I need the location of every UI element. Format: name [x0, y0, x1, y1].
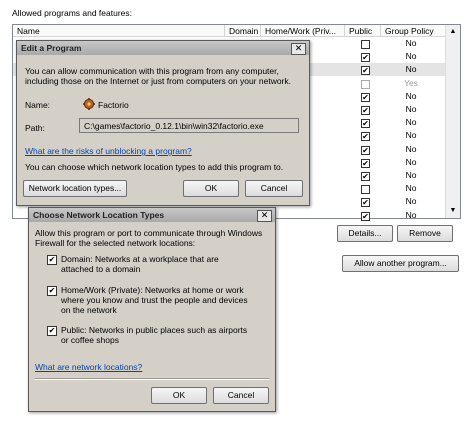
network-location-dialog: Choose Network Location Types ✕ Allow th… [28, 207, 276, 412]
scroll-up-icon[interactable]: ▲ [448, 27, 458, 37]
edit-dialog-description: You can allow communication with this pr… [25, 66, 291, 86]
group-policy-value: No [405, 156, 417, 167]
group-policy-value: No [405, 196, 417, 207]
group-policy-value: No [405, 51, 417, 62]
edit-dialog-title: Edit a Program [17, 41, 309, 55]
edit-program-dialog: Edit a Program ✕ You can allow communica… [16, 40, 310, 206]
location-ok-button[interactable]: OK [151, 387, 207, 404]
public-checkbox[interactable]: ✔ [361, 198, 370, 208]
name-label: Name: [25, 100, 51, 110]
network-locations-help-link[interactable]: What are network locations? [35, 362, 142, 372]
close-icon[interactable]: ✕ [257, 210, 272, 222]
group-policy-value: No [405, 209, 417, 220]
group-policy-value: No [405, 104, 417, 114]
public-checkbox[interactable]: ✔ [361, 145, 370, 155]
details-button[interactable]: Details... [337, 225, 393, 242]
public-checkbox[interactable] [361, 40, 370, 49]
public-checkbox[interactable]: ✔ [361, 66, 370, 76]
location-dialog-title: Choose Network Location Types [29, 208, 275, 222]
public-checkbox[interactable]: ✔ [47, 326, 57, 336]
public-checkbox[interactable]: ✔ [361, 211, 370, 221]
group-policy-value: No [405, 117, 417, 128]
group-policy-value: Yes [404, 77, 418, 88]
public-checkbox[interactable]: ✔ [361, 132, 370, 142]
home-work-option-label: Home/Work (Private): Networks at home or… [61, 285, 248, 315]
home-work-checkbox[interactable]: ✔ [47, 286, 57, 296]
scroll-down-icon[interactable]: ▼ [448, 206, 458, 216]
location-cancel-button[interactable]: Cancel [213, 387, 269, 404]
risks-help-link[interactable]: What are the risks of unblocking a progr… [25, 146, 192, 156]
close-icon[interactable]: ✕ [291, 43, 306, 55]
public-checkbox[interactable]: ✔ [361, 92, 370, 102]
domain-checkbox[interactable]: ✔ [47, 255, 57, 265]
column-header-domain[interactable]: Domain [225, 25, 261, 37]
group-policy-value: No [405, 64, 417, 75]
edit-ok-button[interactable]: OK [183, 180, 239, 197]
public-checkbox[interactable]: ✔ [361, 172, 370, 181]
column-header-name[interactable]: Name [13, 25, 225, 37]
domain-option-label: Domain: Networks at a workplace that are… [61, 254, 219, 274]
public-checkbox[interactable] [361, 185, 370, 195]
location-dialog-intro: Allow this program or port to communicat… [35, 228, 263, 248]
group-policy-value: No [405, 183, 417, 194]
public-checkbox[interactable]: ✔ [361, 53, 370, 63]
dialog-separator [35, 378, 269, 380]
choose-network-text: You can choose which network location ty… [25, 162, 284, 172]
edit-cancel-button[interactable]: Cancel [245, 180, 303, 197]
allow-another-program-button[interactable]: Allow another program... [342, 255, 459, 272]
remove-button[interactable]: Remove [397, 225, 453, 242]
group-policy-value: No [405, 90, 417, 101]
public-option-label: Public: Networks in public places such a… [61, 325, 248, 345]
public-checkbox[interactable]: ✔ [361, 119, 370, 129]
list-scrollbar[interactable]: ▲ ▼ [445, 25, 460, 218]
public-checkbox[interactable]: ✔ [361, 158, 370, 168]
program-name-value: Factorio [98, 100, 129, 110]
column-header-group-policy[interactable]: Group Policy [381, 25, 446, 37]
allowed-programs-heading: Allowed programs and features: [12, 8, 133, 18]
network-location-types-button[interactable]: Network location types... [23, 180, 127, 197]
path-label: Path: [25, 123, 45, 133]
group-policy-value: No [405, 130, 417, 141]
factorio-gear-icon [83, 98, 95, 110]
public-checkbox[interactable] [361, 79, 370, 89]
group-policy-value: No [405, 38, 417, 48]
column-header-public[interactable]: Public [345, 25, 381, 37]
public-checkbox[interactable]: ✔ [361, 106, 370, 115]
group-policy-value: No [405, 143, 417, 154]
column-header-home-work[interactable]: Home/Work (Priv... [261, 25, 345, 37]
path-field[interactable]: C:\games\factorio_0.12.1\bin\win32\facto… [79, 118, 299, 133]
group-policy-value: No [405, 170, 417, 180]
